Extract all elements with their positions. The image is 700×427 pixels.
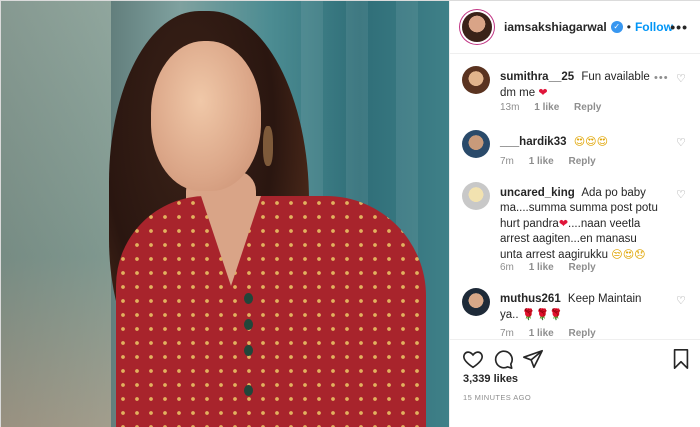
comment-item: uncared_king Ada po baby ma....summa sum… bbox=[462, 182, 690, 282]
comment-time: 6m bbox=[500, 262, 514, 273]
comment-time: 7m bbox=[500, 156, 514, 167]
photo-subject-dress bbox=[116, 196, 426, 427]
comment-emoji: ❤ bbox=[538, 86, 548, 99]
comment-likes[interactable]: 1 like bbox=[534, 102, 559, 113]
verified-badge-icon: ✓ bbox=[610, 21, 623, 33]
paper-plane-icon[interactable] bbox=[522, 348, 544, 370]
likes-count[interactable]: 3,339 likes bbox=[463, 373, 518, 385]
comment-item: muthus261 Keep Maintain ya.. 🌹🌹🌹 ♡ 7m 1 … bbox=[462, 288, 690, 339]
post-header: iamsakshiagarwal ✓ • Follow ••• bbox=[450, 1, 700, 54]
commenter-avatar[interactable] bbox=[462, 182, 490, 210]
author-avatar[interactable] bbox=[462, 12, 492, 42]
comment-body: uncared_king Ada po baby ma....summa sum… bbox=[500, 186, 662, 263]
comment-emoji: ❤ bbox=[558, 217, 569, 230]
comment-like-heart-icon[interactable]: ♡ bbox=[676, 136, 686, 149]
comment-time: 7m bbox=[500, 328, 514, 339]
post-side-panel: iamsakshiagarwal ✓ • Follow ••• sumithra… bbox=[449, 1, 700, 427]
photo-background-wall bbox=[1, 1, 111, 427]
comment-emoji: 😍😍😍 bbox=[573, 135, 609, 148]
comment-like-heart-icon[interactable]: ♡ bbox=[676, 294, 686, 307]
heart-icon[interactable] bbox=[462, 348, 484, 370]
comment-body: sumithra__25 Fun available dm me ❤ bbox=[500, 70, 662, 101]
comment-body: ___hardik33 😍😍😍 bbox=[500, 134, 662, 150]
comment-item: sumithra__25 Fun available dm me ❤ ••• ♡… bbox=[462, 66, 690, 118]
commenter-username[interactable]: sumithra__25 bbox=[500, 71, 574, 83]
comment-meta: 13m 1 like Reply bbox=[500, 102, 613, 113]
commenter-username[interactable]: uncared_king bbox=[500, 187, 575, 199]
comment-likes[interactable]: 1 like bbox=[529, 328, 554, 339]
photo-dress-button bbox=[244, 385, 253, 396]
bookmark-icon[interactable] bbox=[670, 348, 692, 370]
comment-like-heart-icon[interactable]: ♡ bbox=[676, 72, 686, 85]
commenter-username[interactable]: ___hardik33 bbox=[500, 136, 567, 148]
comment-body: muthus261 Keep Maintain ya.. 🌹🌹🌹 bbox=[500, 292, 662, 323]
post-modal: iamsakshiagarwal ✓ • Follow ••• sumithra… bbox=[0, 0, 700, 427]
comment-more-icon[interactable]: ••• bbox=[654, 72, 669, 84]
comment-item: ___hardik33 😍😍😍 ♡ 7m 1 like Reply bbox=[462, 130, 690, 170]
reply-button[interactable]: Reply bbox=[574, 102, 601, 113]
comment-meta: 7m 1 like Reply bbox=[500, 156, 608, 167]
comment-time: 13m bbox=[500, 102, 520, 113]
commenter-avatar[interactable] bbox=[462, 130, 490, 158]
comment-meta: 6m 1 like Reply bbox=[500, 262, 608, 273]
photo-dress-button bbox=[244, 293, 253, 304]
more-options-icon[interactable]: ••• bbox=[670, 19, 688, 35]
follow-button[interactable]: Follow bbox=[635, 20, 673, 34]
commenter-username[interactable]: muthus261 bbox=[500, 293, 561, 305]
reply-button[interactable]: Reply bbox=[569, 262, 596, 273]
reply-button[interactable]: Reply bbox=[569, 156, 596, 167]
comment-emoji: 🌹🌹🌹 bbox=[521, 308, 563, 321]
photo-subject-face bbox=[151, 41, 261, 191]
comment-meta: 7m 1 like Reply bbox=[500, 328, 608, 339]
photo-subject-earring bbox=[263, 126, 273, 166]
reply-button[interactable]: Reply bbox=[569, 328, 596, 339]
comments-list[interactable]: sumithra__25 Fun available dm me ❤ ••• ♡… bbox=[450, 54, 700, 339]
commenter-avatar[interactable] bbox=[462, 288, 490, 316]
comment-likes[interactable]: 1 like bbox=[529, 262, 554, 273]
comment-emoji: 😒😍😞 bbox=[611, 248, 646, 261]
comment-likes[interactable]: 1 like bbox=[529, 156, 554, 167]
post-timestamp[interactable]: 15 MINUTES AGO bbox=[463, 393, 531, 402]
comment-icon[interactable] bbox=[492, 348, 514, 370]
comment-like-heart-icon[interactable]: ♡ bbox=[676, 188, 686, 201]
photo-dress-button bbox=[244, 345, 253, 356]
header-separator: • bbox=[626, 20, 631, 34]
author-username[interactable]: iamsakshiagarwal bbox=[504, 20, 607, 34]
post-photo[interactable] bbox=[1, 1, 449, 427]
photo-dress-button bbox=[244, 319, 253, 330]
commenter-avatar[interactable] bbox=[462, 66, 490, 94]
